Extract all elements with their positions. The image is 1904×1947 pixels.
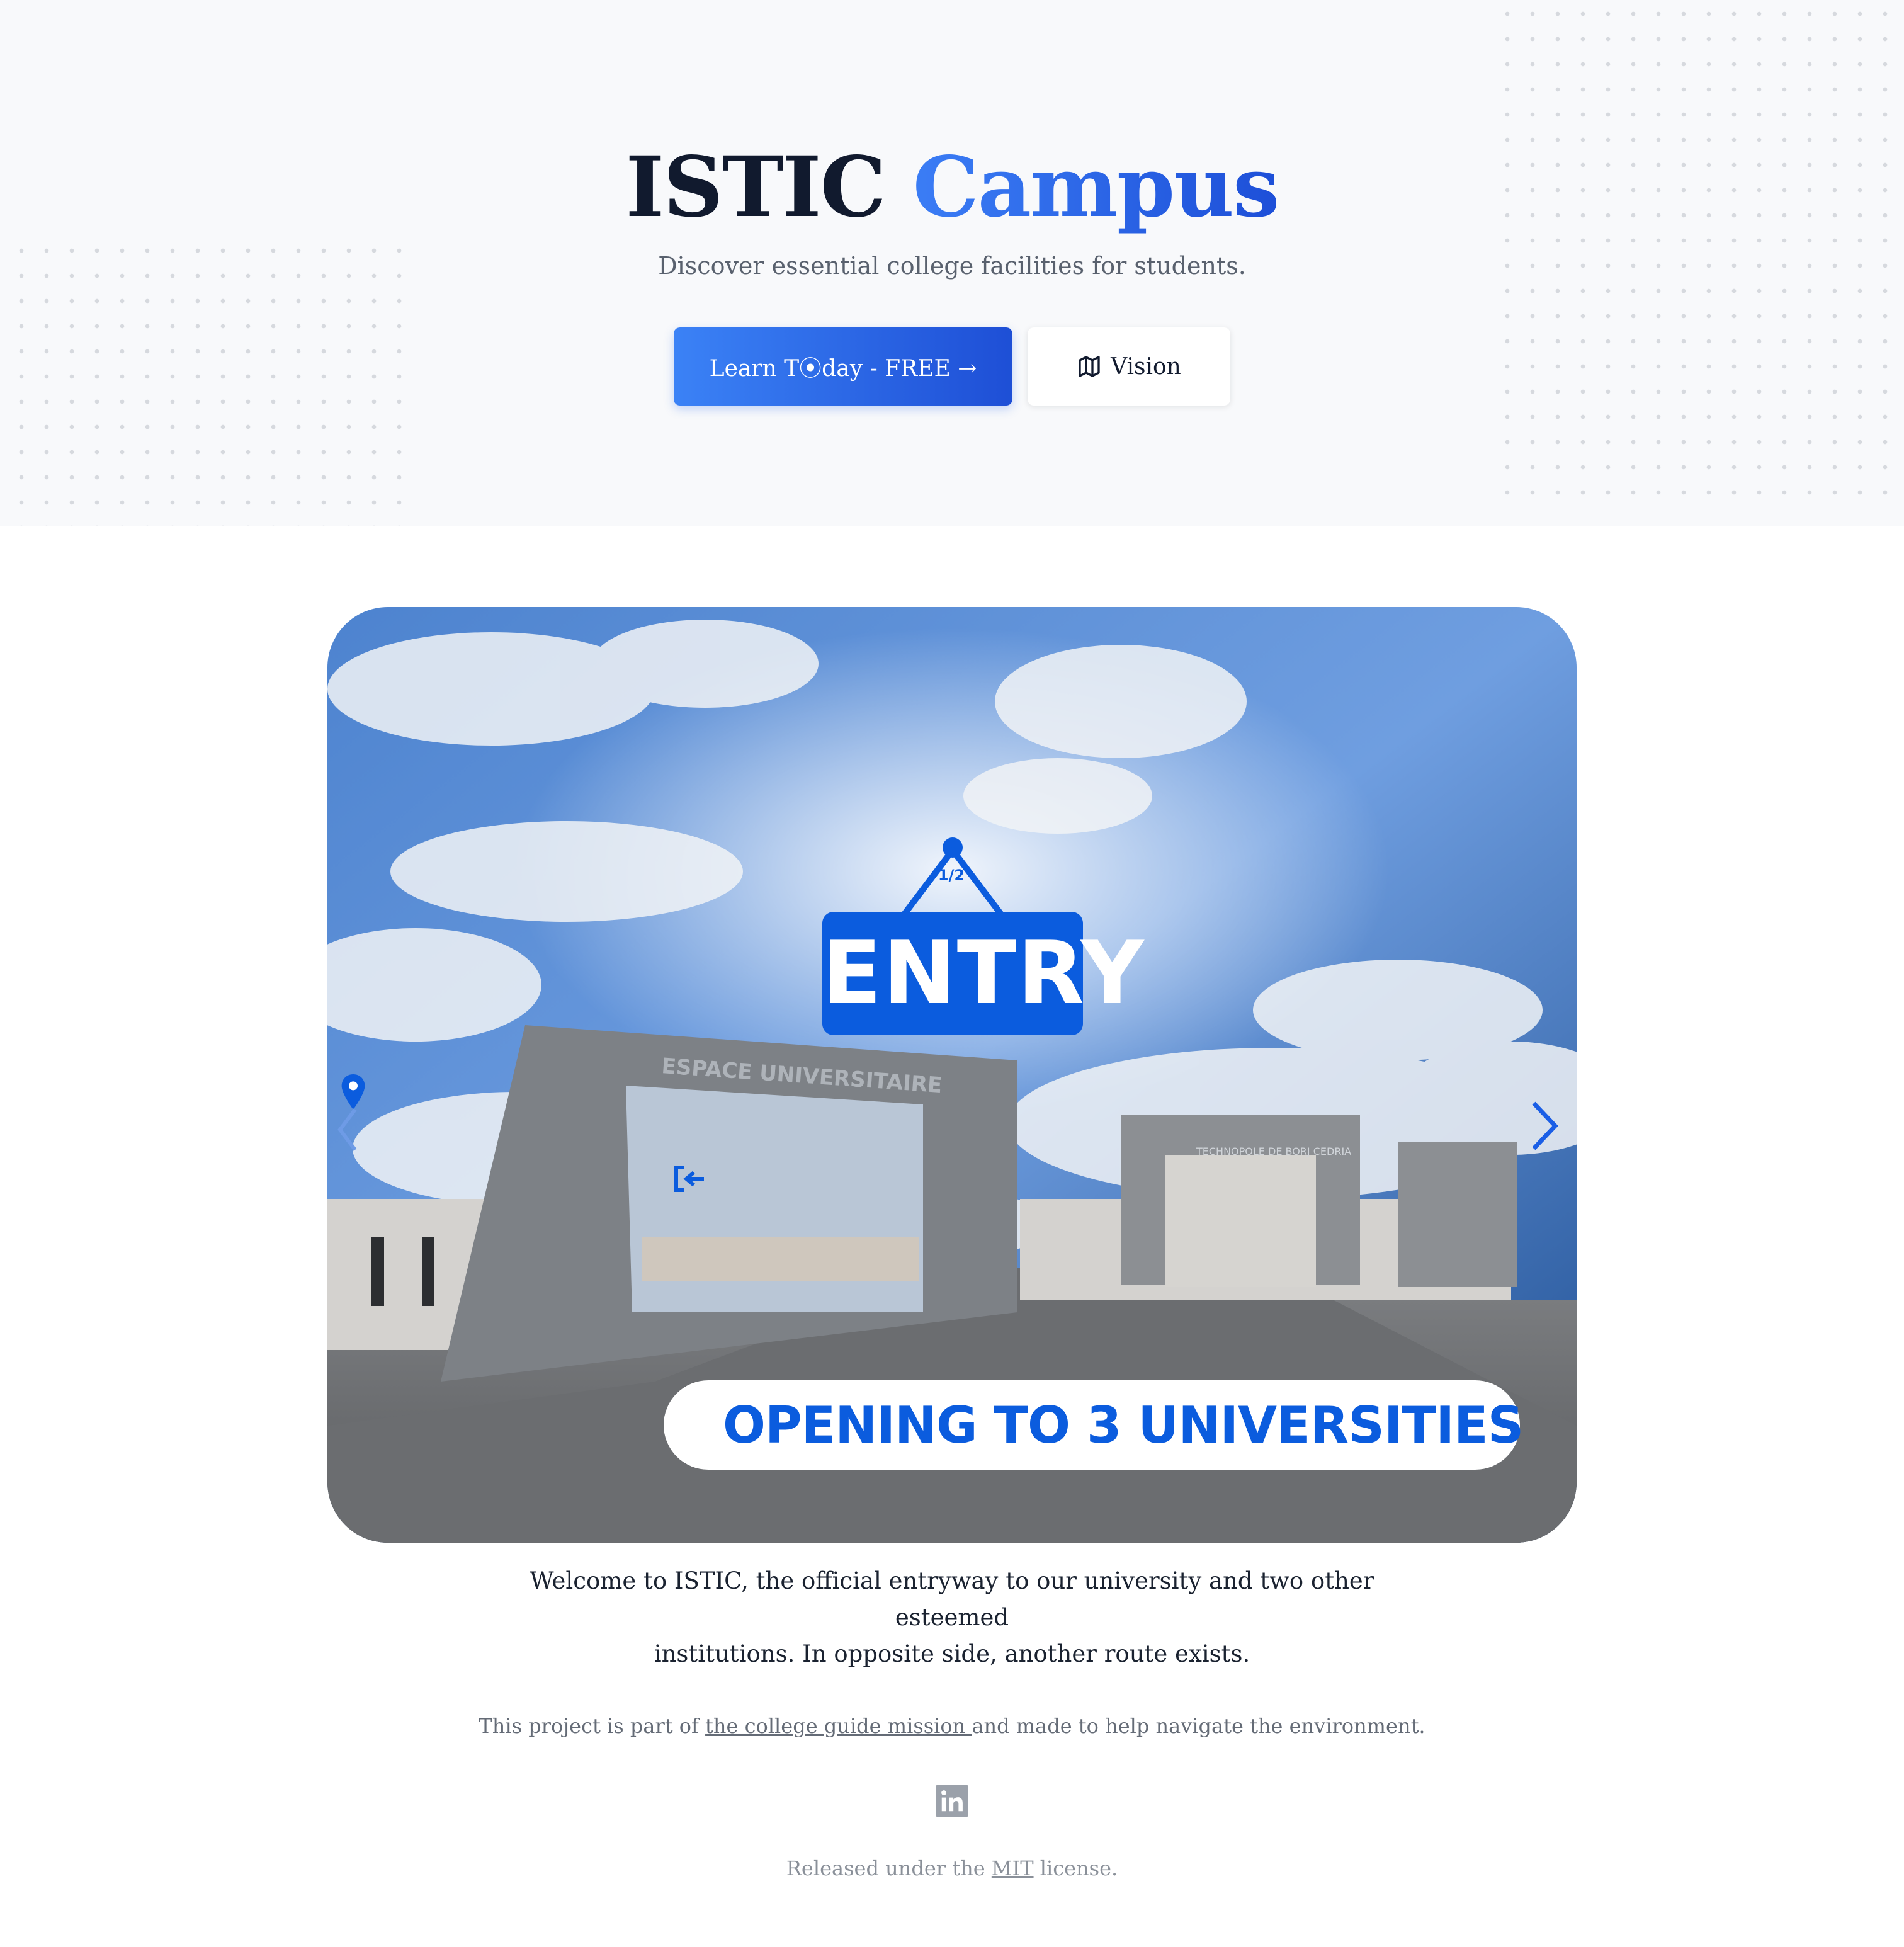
learn-today-button[interactable]: Learn T⦿day - FREE → [674,327,1012,406]
carousel-caption: Welcome to ISTIC, the official entryway … [511,1563,1393,1672]
caption-line-1: Welcome to ISTIC, the official entryway … [530,1567,1374,1631]
footer-note-suffix: and made to help navigate the environmen… [972,1714,1425,1738]
entrance-icon [674,1166,704,1192]
hero-section: ISTIC Campus Discover essential college … [0,0,1904,526]
page-title: ISTIC Campus [0,139,1904,236]
license-suffix: license. [1033,1856,1118,1880]
title-main: ISTIC [625,139,887,236]
caption-line-2: institutions. In opposite side, another … [654,1640,1250,1667]
page-subtitle: Discover essential college facilities fo… [658,252,1246,280]
title-accent: Campus [912,139,1280,236]
banner-text: OPENING TO 3 UNIVERSITIES [723,1395,1524,1455]
learn-today-label: Learn T⦿day - FREE → [709,356,977,382]
carousel-next-button[interactable] [1529,1098,1560,1155]
linkedin-icon[interactable] [936,1785,968,1817]
college-guide-link[interactable]: the college guide mission [705,1714,972,1738]
license-prefix: Released under the [786,1856,992,1880]
entry-label: ENTRY [822,912,1144,1035]
dot-pattern-left [9,238,405,526]
vision-button[interactable]: Vision [1028,327,1230,406]
mit-license-link[interactable]: MIT [992,1856,1034,1880]
footer-note: This project is part of the college guid… [0,1714,1904,1738]
vision-label: Vision [1111,353,1181,380]
license-note: Released under the MIT license. [0,1856,1904,1880]
sign-counter: 1/2 [938,866,965,884]
footer-note-prefix: This project is part of [479,1714,706,1738]
carousel-prev-button[interactable] [335,1104,360,1155]
side-gate-text: TECHNOPOLE DE BORJ CEDRIA [1196,1145,1351,1157]
campus-carousel: ESPACE UNIVERSITAIRE TECHNOPOLE DE BORJ … [327,607,1577,1543]
universities-banner: OPENING TO 3 UNIVERSITIES [664,1380,1524,1470]
map-icon [1079,356,1100,377]
entry-sign: 1/2 ENTRY [822,832,1144,1059]
